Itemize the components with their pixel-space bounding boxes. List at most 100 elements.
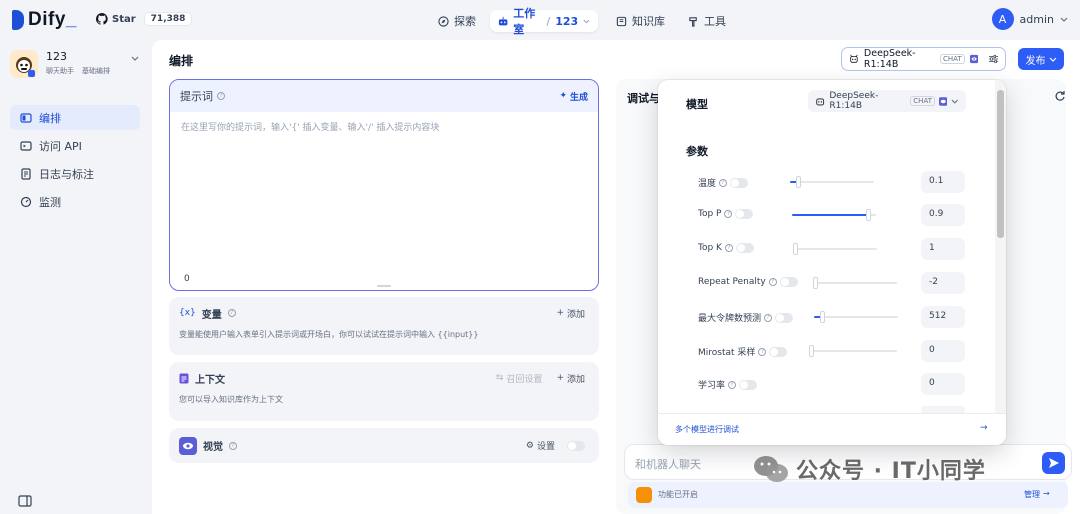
publish-button[interactable]: 发布 [1018,48,1064,70]
send-button[interactable] [1042,452,1065,474]
param-toggle[interactable] [775,312,794,323]
vision-title: 视觉 [203,442,223,453]
param-value-input[interactable]: 0 [921,373,965,395]
sidebar-item-monitor[interactable]: 监测 [10,189,140,214]
sliders-icon [988,54,998,64]
add-context-label: 添加 [566,374,585,385]
logs-icon [21,167,31,180]
chevron-down-icon [583,19,590,24]
help-icon: ? [724,244,733,252]
resize-handle[interactable] [377,285,391,287]
add-context-button[interactable]: + 添加 [556,372,585,385]
add-variable-label: 添加 [566,309,585,320]
robot-icon [816,97,825,105]
nav-app-name: 123 [555,14,579,28]
vision-settings-button[interactable]: ⚙ 设置 [526,439,555,453]
nav-explore[interactable]: 探索 [430,10,484,32]
prompt-title: 提示词 [180,90,213,103]
param-toggle[interactable] [779,277,798,287]
github-star-count: 71,388 [143,12,193,26]
param-value-input[interactable]: -2 [921,272,965,294]
prompt-editor[interactable]: 提示词? ✦ 生成 在这里写你的提示词，输入'{' 插入变量、输入'/' 插入提示… [169,79,599,291]
param-toggle[interactable] [735,209,754,219]
nav-studio-label: 工作室 [513,7,536,36]
param-toggle[interactable] [769,346,788,357]
sidebar-item-orchestrate[interactable]: 编排 [10,105,140,130]
param-slider[interactable] [790,176,874,188]
vision-toggle[interactable] [567,440,585,451]
user-name: admin [1019,12,1054,26]
popup-scrollbar[interactable] [995,80,1006,413]
document-icon [179,373,189,383]
param-slider[interactable] [793,243,877,255]
param-slider[interactable] [809,345,897,357]
param-row-temperature: 温度? 0.1 [658,171,1006,193]
arrow-right-icon[interactable]: → [980,423,988,433]
app-chevron-down-icon[interactable] [131,54,139,62]
help-icon: ? [768,278,777,286]
hammer-icon [689,16,697,27]
watermark-text: 公众号 · IT小同学 [796,459,986,484]
dify-logo[interactable]: Dify_ [12,9,77,31]
scrollbar-thumb[interactable] [997,90,1004,238]
send-icon [1049,458,1059,468]
nav-tools[interactable]: 工具 [680,10,734,32]
eye-icon [938,96,948,106]
recall-settings-label: 召回设置 [506,374,543,385]
collapse-sidebar-icon[interactable] [18,495,32,507]
github-star-link[interactable]: Star 71,388 [96,12,193,26]
param-value-input[interactable]: 0 [921,340,965,362]
sidebar-item-api[interactable]: 访问 API [10,133,140,158]
api-icon [20,140,32,151]
app-info[interactable]: 123 聊天助手 基础编排 [10,50,110,78]
settings-icon: ⇆ [495,373,504,383]
param-value-input[interactable]: 512 [921,306,965,328]
generate-button[interactable]: ✦ 生成 [559,90,588,103]
param-toggle[interactable] [730,177,749,188]
param-label: Mirostat 采样 [698,348,756,358]
debug-title: 调试与 [627,92,660,105]
page-title: 编排 [169,54,194,68]
features-enabled-text: 功能已开启 [658,490,698,499]
add-variable-button[interactable]: + 添加 [556,307,585,320]
recall-settings-button[interactable]: ⇆ 召回设置 [496,372,543,385]
multi-model-debug-link[interactable]: 多个模型进行调试 [675,424,739,435]
model-settings-popup: 模型 DeepSeek-R1:14B CHAT 参数 温度? 0.1 Top P… [658,80,1006,445]
refresh-icon[interactable] [1054,90,1066,102]
nav-studio[interactable]: 工作室 / 123 [490,7,598,36]
help-icon: ? [758,347,767,356]
manage-features-button[interactable]: 管理 → [1024,489,1050,500]
app-mode: 基础编排 [82,67,110,75]
param-value-input[interactable]: 0.1 [921,171,965,193]
nav-knowledge[interactable]: 知识库 [608,10,673,32]
monitor-icon [20,196,32,207]
popup-footer: 多个模型进行调试 → [658,413,1006,445]
vision-section: 视觉? ⚙ 设置 [169,428,599,463]
model-selector[interactable]: DeepSeek-R1:14B CHAT [841,47,1006,71]
param-value-input[interactable]: 1 [921,238,965,260]
param-toggle[interactable] [735,243,754,253]
param-row-max-tokens: 最大令牌数预测? 512 [658,306,1006,328]
param-value-input[interactable]: 0.9 [921,204,965,226]
user-menu[interactable]: A admin [991,8,1068,30]
params-label: 参数 [686,145,708,158]
param-toggle[interactable] [739,379,758,390]
popup-model-name: DeepSeek-R1:14B [829,91,879,111]
param-slider[interactable] [792,209,876,221]
prompt-placeholder[interactable]: 在这里写你的提示词，输入'{' 插入变量、输入'/' 插入提示内容块 [181,120,439,133]
param-slider[interactable] [814,311,898,323]
param-slider[interactable] [813,277,897,289]
param-label: Top K [698,243,722,253]
vision-settings-label: 设置 [536,442,555,452]
sidebar-item-label: 日志与标注 [39,167,94,181]
param-row-learning-rate: 学习率? 0 [658,373,1006,395]
chat-placeholder: 和机器人聊天 [635,458,701,471]
param-label: Repeat Penalty [698,277,766,287]
robot-icon [498,16,508,25]
sidebar-item-logs[interactable]: 日志与标注 [10,161,140,186]
popup-model-selector[interactable]: DeepSeek-R1:14B CHAT [808,90,966,112]
avatar: A [991,8,1014,30]
brand-name: Dify_ [28,9,77,30]
nav-separator: / [546,14,551,28]
sparkle-icon: ✦ [559,91,567,101]
